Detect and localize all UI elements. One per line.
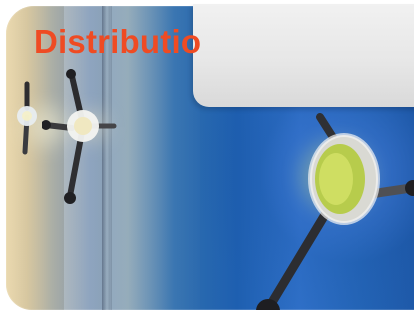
vault-handle-icon xyxy=(17,81,37,155)
page-title: Distributio xyxy=(34,23,202,60)
vault-handle-icon xyxy=(256,113,414,310)
title-tab xyxy=(193,4,414,107)
vault-handle-icon xyxy=(42,69,117,204)
